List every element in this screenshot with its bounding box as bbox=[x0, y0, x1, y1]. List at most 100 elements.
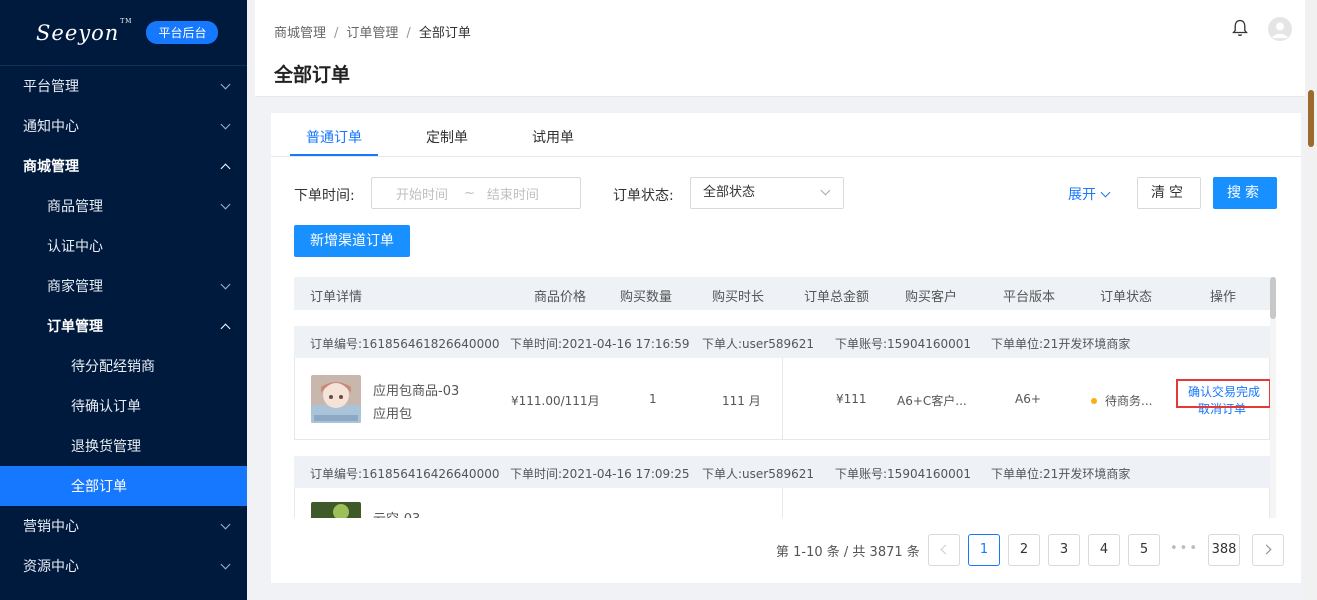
table-row: 云空-03 bbox=[294, 488, 1270, 518]
add-channel-order-button[interactable]: 新增渠道订单 bbox=[294, 225, 410, 257]
order-buyer: 下单人:user589621 bbox=[702, 467, 815, 481]
product-thumbnail bbox=[311, 375, 361, 423]
seeyon-logo: SeeyonTM bbox=[36, 17, 133, 45]
order-unit: 下单单位:21开发环境商家 bbox=[991, 467, 1131, 481]
order-status-text: 待商务... bbox=[1105, 394, 1153, 408]
sidebar-item-label: 商家管理 bbox=[47, 279, 103, 295]
column-header: 订单总金额 bbox=[804, 290, 870, 305]
column-header: 购买客户 bbox=[905, 290, 958, 305]
user-icon bbox=[1272, 22, 1288, 38]
logo-text: Seeyon bbox=[36, 20, 120, 45]
sidebar-item-label: 营销中心 bbox=[23, 519, 79, 535]
order-account: 下单账号:15904160001 bbox=[835, 467, 972, 481]
page-3-button[interactable]: 3 bbox=[1048, 534, 1080, 566]
clear-button[interactable]: 清空 bbox=[1137, 177, 1201, 209]
page-last-button[interactable]: 388 bbox=[1208, 534, 1240, 566]
expand-label: 展开 bbox=[1068, 187, 1096, 203]
order-status-select[interactable]: 全部状态 bbox=[690, 177, 844, 209]
page-scrollbar-thumb[interactable] bbox=[1308, 90, 1314, 147]
table-scrollbar-thumb[interactable] bbox=[1270, 277, 1276, 319]
chevron-down-icon bbox=[220, 519, 231, 529]
tab-trial-orders[interactable]: 试用单 bbox=[532, 127, 574, 147]
chevron-down-icon bbox=[220, 279, 231, 289]
bell-icon[interactable] bbox=[1232, 19, 1248, 37]
order-buyer: 下单人:user589621 bbox=[702, 337, 815, 351]
tab-custom-orders[interactable]: 定制单 bbox=[426, 127, 468, 147]
sidebar-item-label: 认证中心 bbox=[47, 239, 103, 255]
chevron-down-icon bbox=[220, 559, 231, 569]
end-time-input[interactable]: 结束时间 bbox=[487, 184, 539, 203]
order-time-label: 下单时间: bbox=[294, 188, 355, 204]
page-1-button[interactable]: 1 bbox=[968, 534, 1000, 566]
order-number: 订单编号:161856416426640000 bbox=[310, 467, 500, 481]
pagination-total: 第 1-10 条 / 共 3871 条 bbox=[776, 545, 920, 560]
column-header: 操作 bbox=[1210, 290, 1237, 305]
purchase-quantity: 1 bbox=[649, 392, 657, 406]
column-header: 购买时长 bbox=[712, 290, 765, 305]
sidebar-item-mall[interactable]: 商城管理 bbox=[0, 146, 247, 186]
page-2-button[interactable]: 2 bbox=[1008, 534, 1040, 566]
pagination-ellipsis[interactable]: ••• bbox=[1170, 541, 1199, 556]
chevron-up-icon bbox=[220, 163, 231, 173]
product-type: 应用包 bbox=[373, 407, 413, 422]
column-header: 平台版本 bbox=[1003, 290, 1056, 305]
tab-active-indicator bbox=[290, 154, 378, 156]
sidebar-item-returns[interactable]: 退换货管理 bbox=[0, 426, 247, 466]
sidebar-item-certification[interactable]: 认证中心 bbox=[0, 226, 247, 266]
page-scrollbar[interactable] bbox=[1305, 0, 1317, 600]
sidebar-item-pending-confirm[interactable]: 待确认订单 bbox=[0, 386, 247, 426]
prev-page-button[interactable] bbox=[928, 534, 960, 566]
sidebar-item-pending-dealer[interactable]: 待分配经销商 bbox=[0, 346, 247, 386]
expand-filters-link[interactable]: 展开 bbox=[1068, 184, 1111, 204]
sidebar-item-label: 资源中心 bbox=[23, 559, 79, 575]
breadcrumb-item-current: 全部订单 bbox=[418, 26, 471, 41]
sidebar-item-label: 平台管理 bbox=[23, 79, 79, 95]
sidebar-item-label: 订单管理 bbox=[47, 319, 103, 335]
sidebar-item-orders[interactable]: 订单管理 bbox=[0, 306, 247, 346]
sidebar-item-merchants[interactable]: 商家管理 bbox=[0, 266, 247, 306]
tab-normal-orders[interactable]: 普通订单 bbox=[306, 127, 362, 147]
sidebar-item-platform[interactable]: 平台管理 bbox=[0, 66, 247, 106]
chevron-down-icon bbox=[220, 199, 231, 209]
breadcrumb-item-orders[interactable]: 订单管理 bbox=[346, 26, 398, 41]
chevron-left-icon bbox=[940, 544, 951, 555]
order-status-label: 订单状态: bbox=[613, 188, 674, 204]
order-number: 订单编号:161856461826640000 bbox=[310, 337, 500, 351]
breadcrumb-item-mall[interactable]: 商城管理 bbox=[274, 26, 326, 41]
sidebar-item-all-orders[interactable]: 全部订单 bbox=[0, 466, 247, 506]
start-time-input[interactable]: 开始时间 bbox=[396, 184, 448, 203]
product-image bbox=[311, 502, 361, 518]
product-price: ¥111.00/111月 bbox=[511, 394, 600, 408]
next-page-button[interactable] bbox=[1252, 534, 1284, 566]
sidebar-scrollbar[interactable] bbox=[247, 0, 255, 600]
column-header: 订单详情 bbox=[310, 290, 363, 305]
order-time: 下单时间:2021-04-16 17:16:59 bbox=[510, 337, 690, 351]
logo-tm: TM bbox=[120, 17, 133, 25]
sidebar-item-label: 通知中心 bbox=[23, 119, 79, 135]
range-separator: ~ bbox=[464, 185, 475, 201]
search-button[interactable]: 搜索 bbox=[1213, 177, 1277, 209]
breadcrumb: 商城管理 / 订单管理 / 全部订单 bbox=[274, 22, 471, 41]
table-row: 应用包商品-03 应用包 ¥111.00/111月 1 111 月 ¥111 A… bbox=[294, 358, 1270, 440]
sidebar-item-label: 商城管理 bbox=[23, 159, 79, 175]
sidebar-item-label: 待分配经销商 bbox=[71, 359, 155, 375]
breadcrumb-separator: / bbox=[334, 26, 339, 41]
page-5-button[interactable]: 5 bbox=[1128, 534, 1160, 566]
order-time: 下单时间:2021-04-16 17:09:25 bbox=[510, 467, 690, 481]
product-name[interactable]: 应用包商品-03 bbox=[373, 380, 459, 399]
chevron-down-icon bbox=[220, 79, 231, 89]
sidebar-item-resources[interactable]: 资源中心 bbox=[0, 546, 247, 586]
avatar[interactable] bbox=[1268, 17, 1292, 41]
product-name[interactable]: 云空-03 bbox=[373, 508, 420, 518]
order-status-value: 全部状态 bbox=[703, 185, 756, 200]
column-header: 购买数量 bbox=[620, 290, 673, 305]
page-4-button[interactable]: 4 bbox=[1088, 534, 1120, 566]
sidebar-item-products[interactable]: 商品管理 bbox=[0, 186, 247, 226]
brand-header: SeeyonTM 平台后台 bbox=[0, 0, 247, 66]
orders-table: 订单详情 商品价格 购买数量 购买时长 订单总金额 购买客户 平台版本 订单状态… bbox=[294, 277, 1270, 518]
sidebar-item-marketing[interactable]: 营销中心 bbox=[0, 506, 247, 546]
chevron-down-icon bbox=[820, 185, 831, 196]
sidebar-item-notice[interactable]: 通知中心 bbox=[0, 106, 247, 146]
table-scrollbar[interactable] bbox=[1270, 277, 1276, 518]
order-time-range[interactable]: 开始时间 ~ 结束时间 bbox=[371, 177, 581, 209]
